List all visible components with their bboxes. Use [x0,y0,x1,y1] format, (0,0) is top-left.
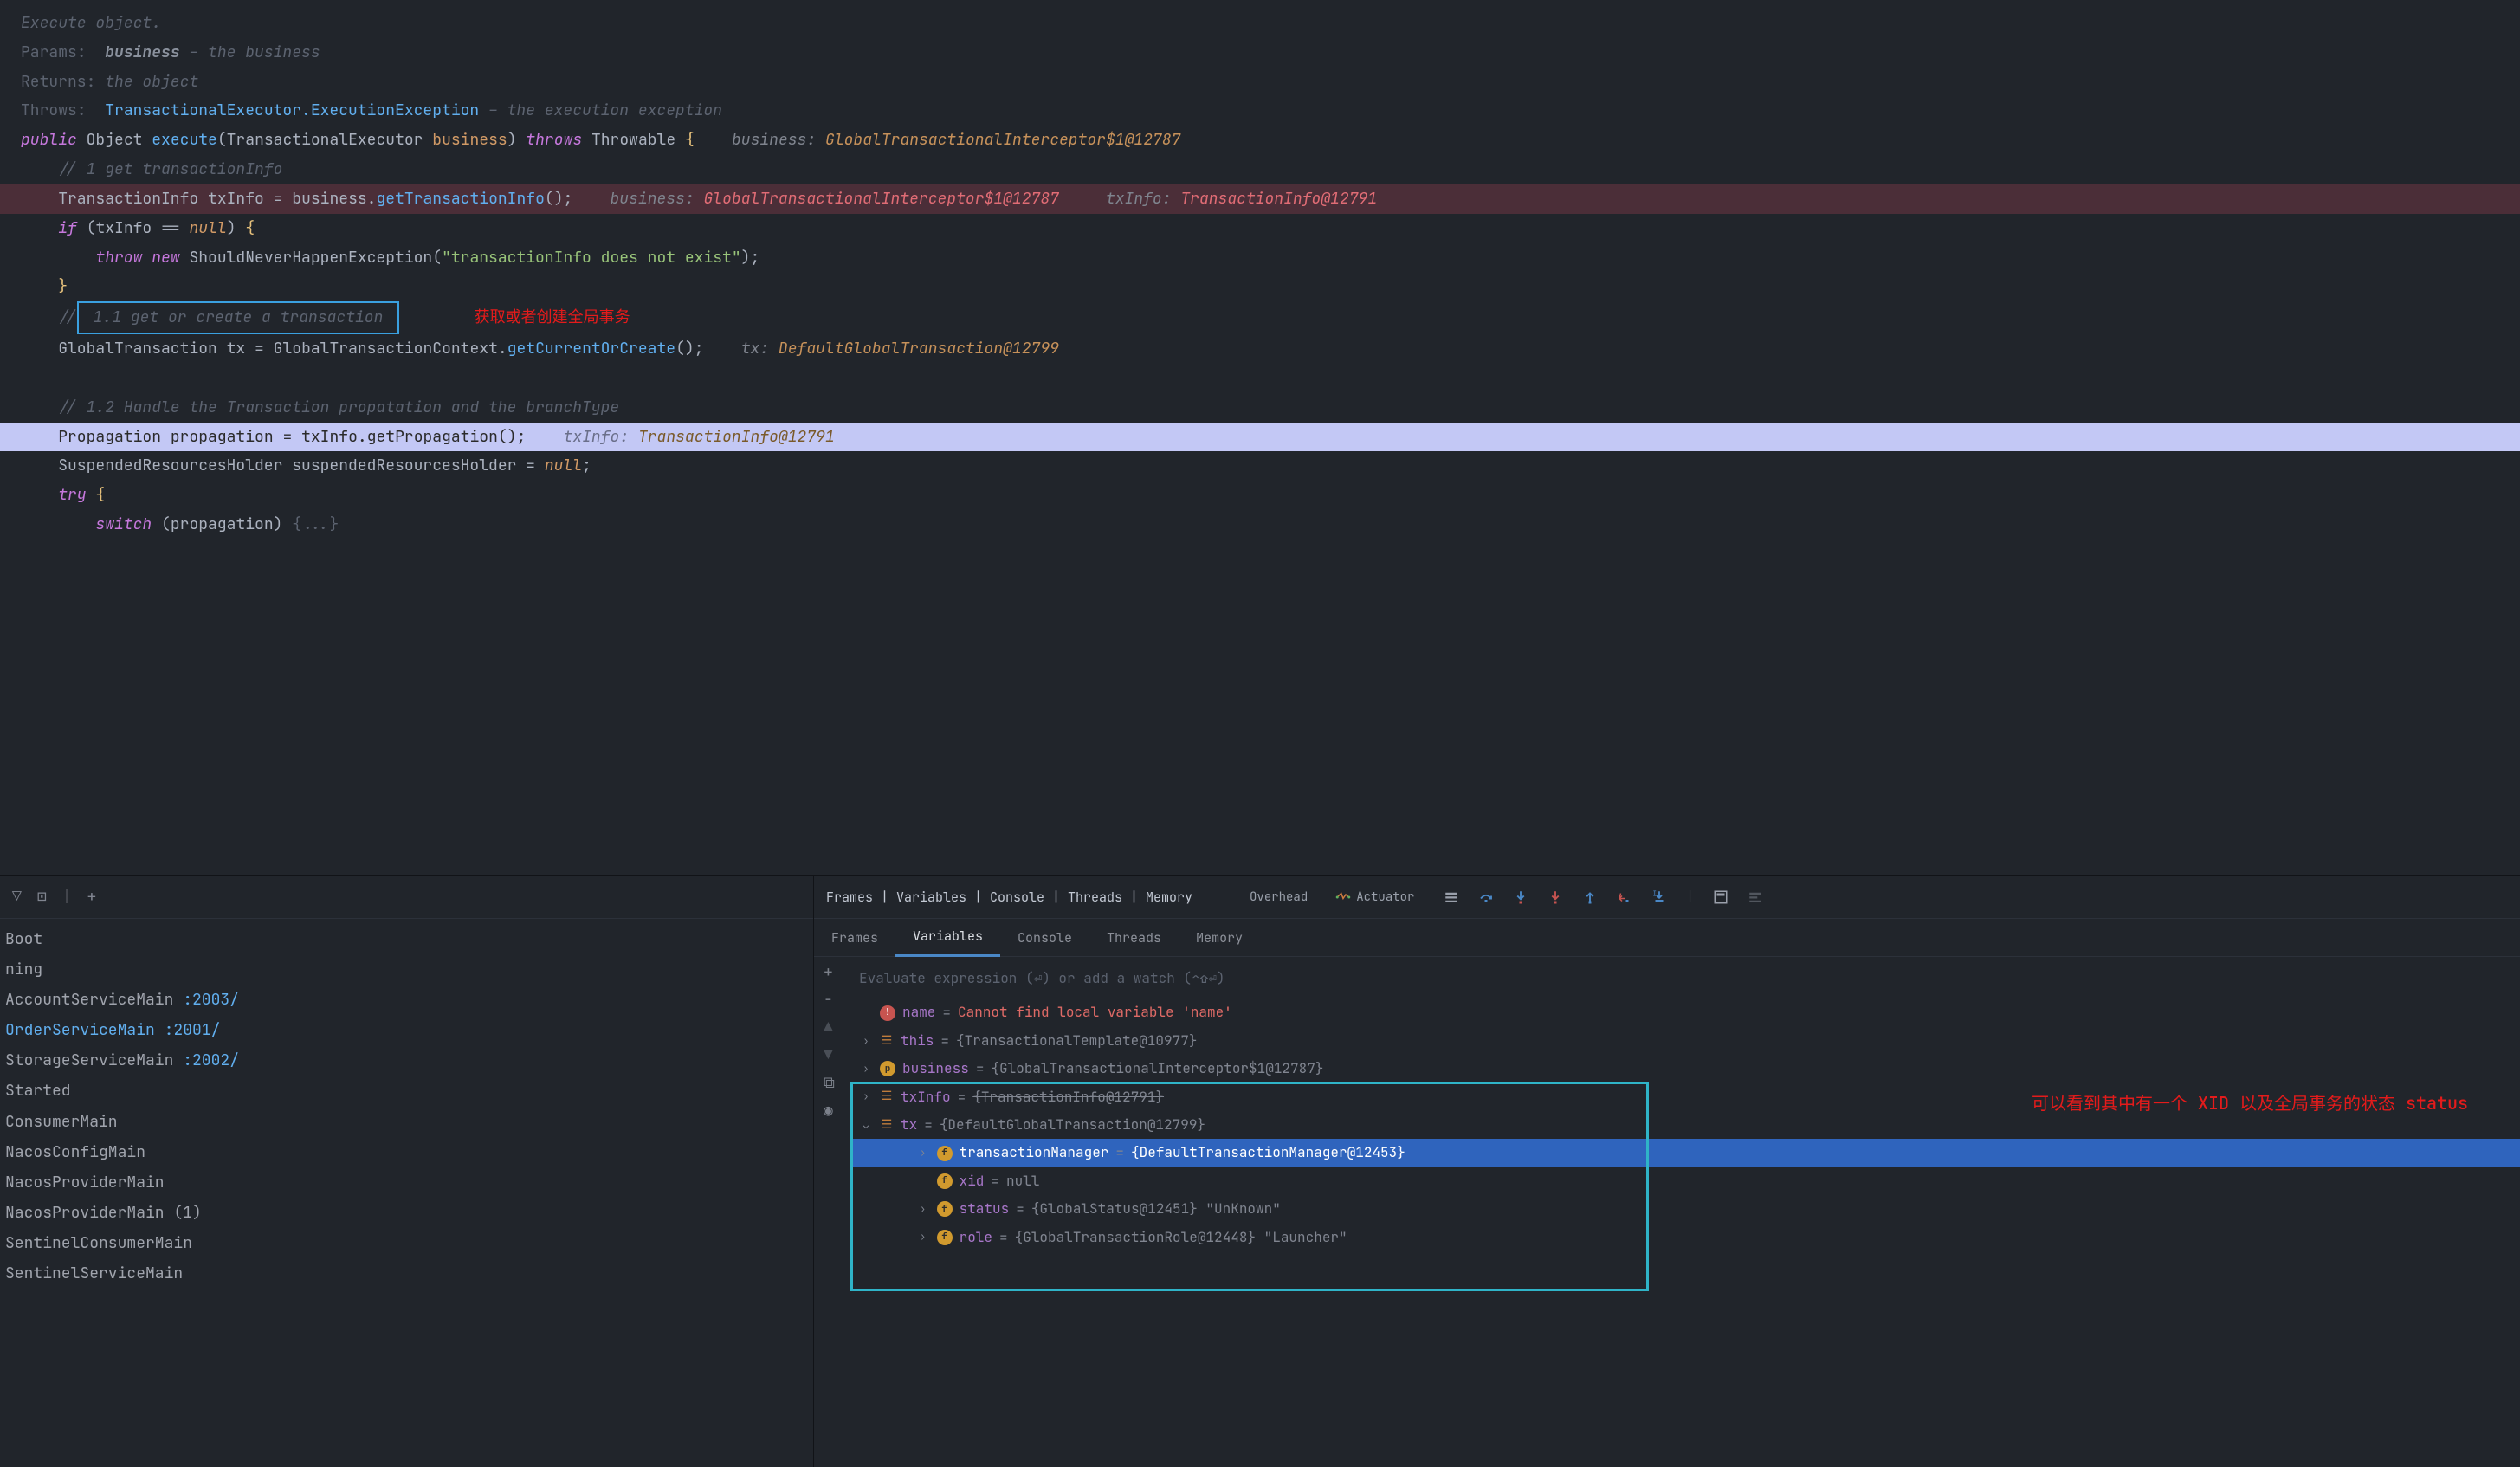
force-step-into-icon[interactable] [1548,889,1563,905]
comment-line: // 1 get transactionInfo [0,155,2520,184]
add-watch-icon[interactable]: + [824,962,841,979]
doc-throws: Throws: TransactionalExecutor.ExecutionE… [0,96,2520,126]
variable-row[interactable]: ›f status = {GlobalStatus@12451} "UnKnow… [850,1195,2520,1223]
red-annotation: 获取或者创建全局事务 [475,307,630,327]
service-item[interactable]: AccountServiceMain :2003/ [0,985,813,1015]
subtab-memory[interactable]: Memory [1179,919,1260,957]
red-annotation-right: 可以看到其中有一个 XID 以及全局事务的状态 status [2032,1087,2468,1120]
switch-line: switch (propagation) {...} [0,510,2520,540]
copy-icon[interactable]: ⧉ [824,1073,841,1090]
throw-line: throw new ShouldNeverHappenException("tr… [0,243,2520,273]
step-into-icon[interactable] [1513,889,1528,905]
doc-summary: Execute object. [0,9,2520,38]
method-signature: public Object execute(TransactionalExecu… [0,126,2520,155]
expand-icon[interactable]: ⊡ [37,887,47,907]
debug-right-panel: Frames | Variables | Console | Threads |… [814,876,2520,1467]
doc-params: Params: business – the business [0,38,2520,68]
service-item[interactable]: NacosProviderMain (1) [0,1198,813,1228]
comment-12: // 1.2 Handle the Transaction propatatio… [0,393,2520,423]
tab-combo[interactable]: Frames | Variables | Console | Threads |… [821,889,1198,906]
subtab-threads[interactable]: Threads [1089,919,1179,957]
add-icon[interactable]: + [87,887,96,907]
debug-panel: ▽ ⊡ | + BootningAccountServiceMain :2003… [0,875,2520,1467]
remove-watch-icon[interactable]: − [824,990,841,1007]
debug-subtabs: Frames Variables Console Threads Memory [814,919,2520,957]
blue-highlight-box: 1.1 get or create a transaction [77,301,399,334]
variables-content[interactable]: Evaluate expression (⏎) or add a watch (… [850,957,2520,1467]
services-panel: ▽ ⊡ | + BootningAccountServiceMain :2003… [0,876,814,1467]
service-item[interactable]: SentinelConsumerMain [0,1228,813,1258]
fold-region[interactable]: {...} [292,514,339,534]
subtab-variables[interactable]: Variables [895,919,1000,957]
breakpoint-line[interactable]: TransactionInfo txInfo = business.getTra… [0,184,2520,214]
subtab-console[interactable]: Console [1000,919,1089,957]
variables-body: + − ▲ ▼ ⧉ ◉ Evaluate expression (⏎) or a… [814,957,2520,1467]
evaluate-input[interactable]: Evaluate expression (⏎) or add a watch (… [850,962,2520,998]
service-item[interactable]: NacosProviderMain [0,1167,813,1198]
close-brace: } [0,272,2520,301]
run-to-cursor-icon[interactable]: I [1651,889,1667,905]
trace-icon[interactable] [1748,889,1763,905]
toolbar-icons: I | [1444,889,1762,905]
up-icon[interactable]: ▲ [824,1018,841,1035]
try-line: try { [0,481,2520,510]
divider: | [1686,889,1693,905]
services-list[interactable]: BootningAccountServiceMain :2003/OrderSe… [0,919,813,1294]
srh-line: SuspendedResourcesHolder suspendedResour… [0,451,2520,481]
if-line: if (txInfo == null) { [0,214,2520,243]
layout-icon[interactable] [1444,889,1459,905]
service-item[interactable]: OrderServiceMain :2001/ [0,1015,813,1045]
variable-row[interactable]: ›p business = {GlobalTransactionalInterc… [850,1055,2520,1082]
tab-actuator[interactable]: Actuator [1327,889,1423,905]
services-toolbar: ▽ ⊡ | + [0,876,813,919]
doc-returns: Returns: the object [0,68,2520,97]
comment-box-line: // 1.1 get or create a transaction 获取或者创… [0,301,2520,334]
code-editor[interactable]: Execute object. Params: business – the b… [0,0,2520,875]
evaluate-icon[interactable] [1713,889,1728,905]
debug-tabs-upper: Frames | Variables | Console | Threads |… [814,876,2520,919]
service-item[interactable]: NacosConfigMain [0,1137,813,1167]
tab-overhead[interactable]: Overhead [1237,889,1320,905]
step-out-icon[interactable] [1582,889,1598,905]
service-item[interactable]: Started [0,1076,813,1106]
service-item[interactable]: Boot [0,924,813,954]
step-over-icon[interactable] [1478,889,1494,905]
blank-line [0,364,2520,393]
actuator-icon [1335,889,1351,905]
divider: | [62,887,72,907]
execution-line[interactable]: Propagation propagation = txInfo.getProp… [0,423,2520,452]
filter-icon[interactable]: ▽ [12,887,22,907]
service-item[interactable]: StorageServiceMain :2002/ [0,1045,813,1076]
eye-icon[interactable]: ◉ [824,1101,841,1118]
variable-row[interactable]: ! name = Cannot find local variable 'nam… [850,998,2520,1026]
subtab-frames[interactable]: Frames [814,919,895,957]
variable-row[interactable]: f xid = null [850,1167,2520,1195]
drop-frame-icon[interactable] [1617,889,1632,905]
variable-row[interactable]: ›☰ this = {TransactionalTemplate@10977} [850,1027,2520,1055]
gtx-line: GlobalTransaction tx = GlobalTransaction… [0,334,2520,364]
service-item[interactable]: ning [0,954,813,985]
variable-row[interactable]: ›f transactionManager = {DefaultTransact… [850,1139,2520,1166]
svg-text:I: I [1653,889,1657,898]
down-icon[interactable]: ▼ [824,1045,841,1063]
service-item[interactable]: ConsumerMain [0,1107,813,1137]
variables-gutter: + − ▲ ▼ ⧉ ◉ [814,957,850,1467]
variable-row[interactable]: ›f role = {GlobalTransactionRole@12448} … [850,1224,2520,1251]
service-item[interactable]: SentinelServiceMain [0,1258,813,1289]
